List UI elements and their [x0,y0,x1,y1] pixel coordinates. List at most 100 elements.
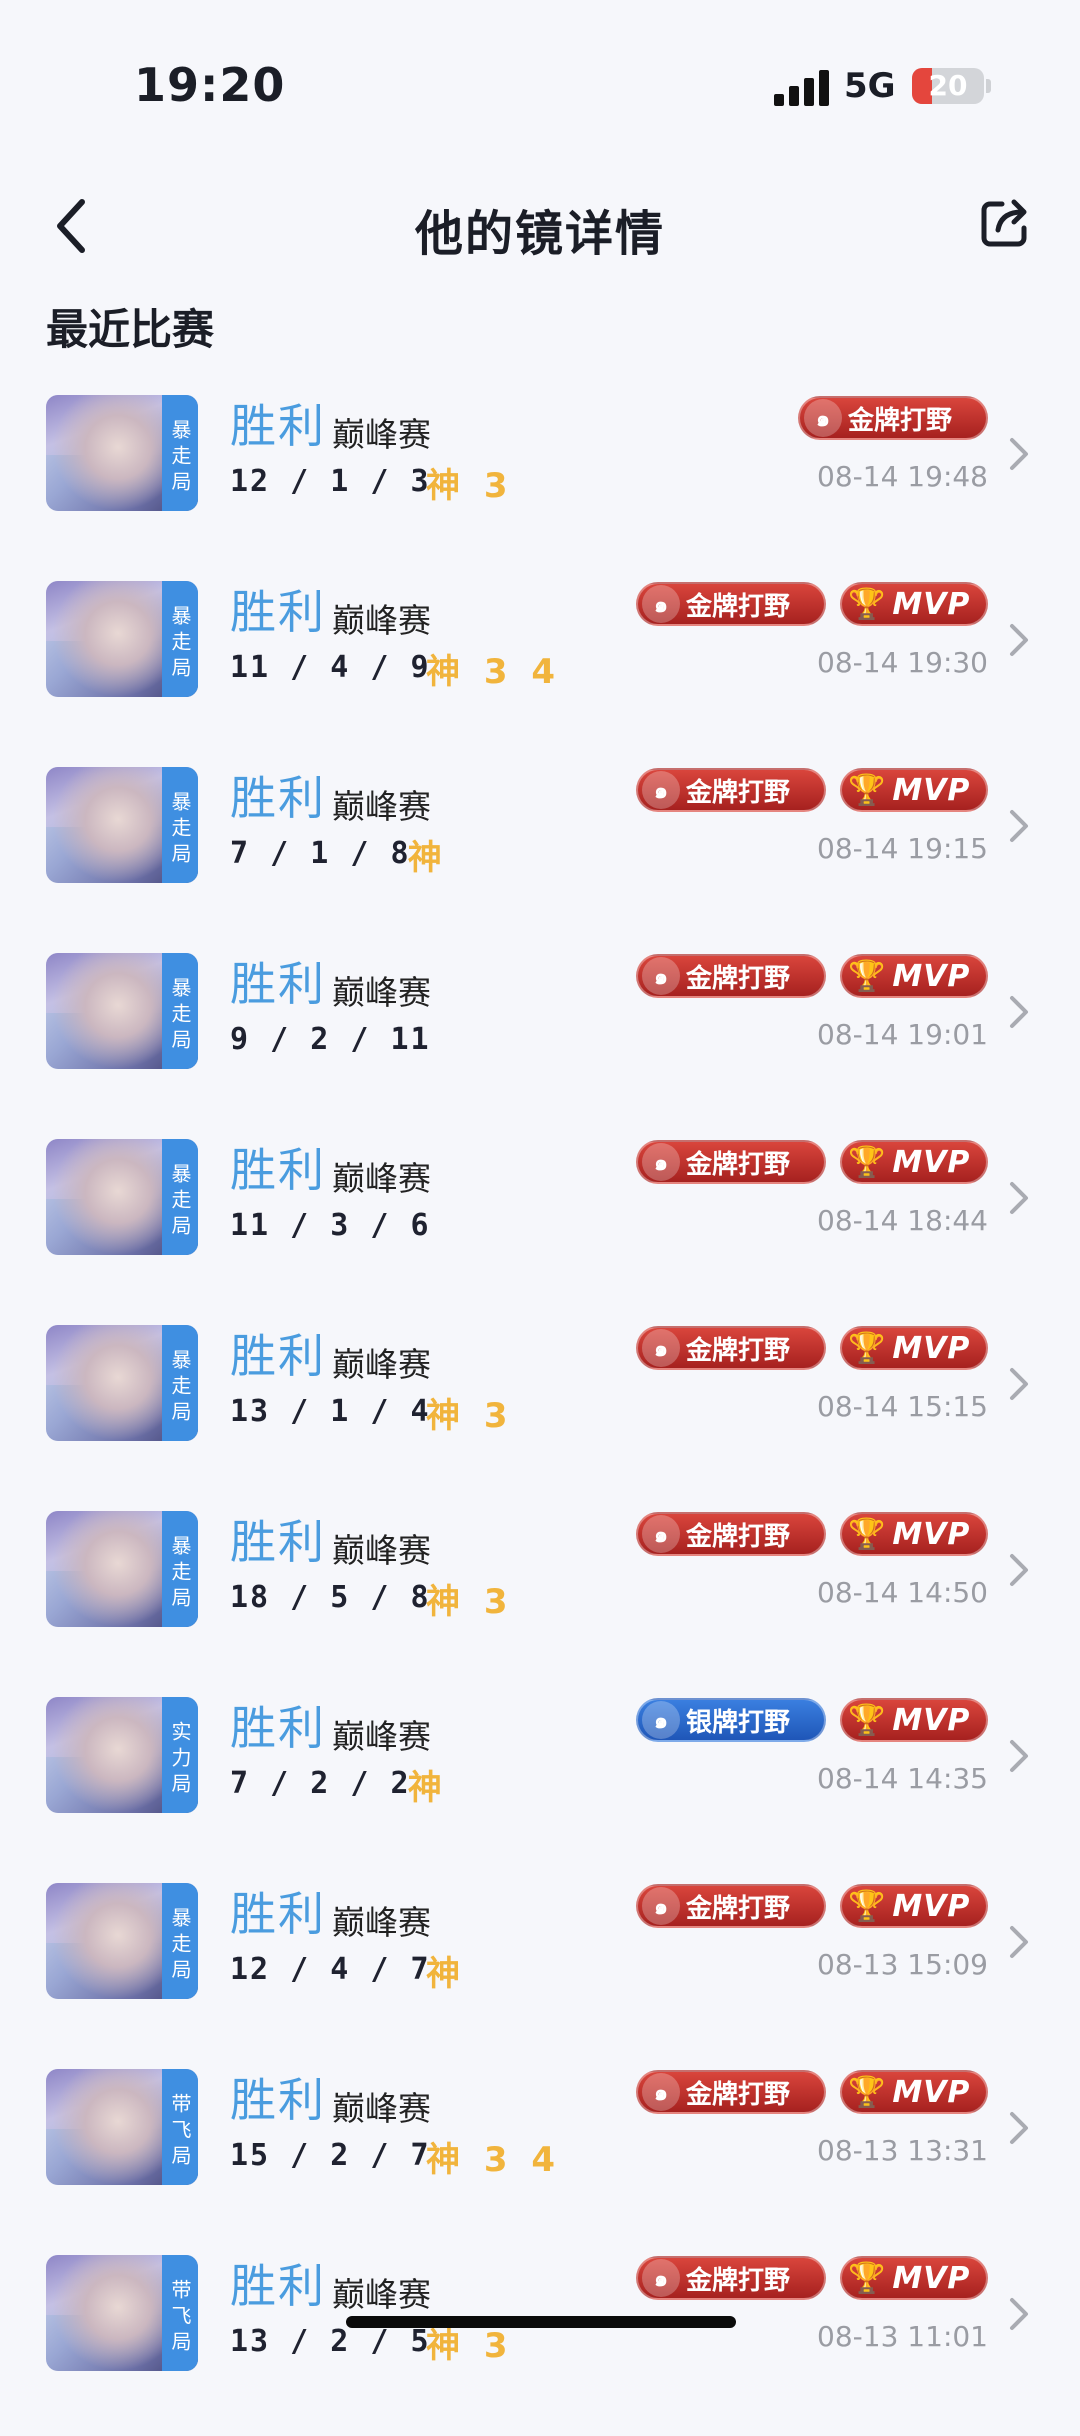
kda: 11 / 4 / 9 [230,650,431,685]
god-streak: 神 3 [426,1582,514,1622]
match-mode: 巅峰赛 [332,1345,431,1384]
badge-group: ๑ 金牌打野 🏆 MVP [636,768,988,814]
kda: 9 / 2 / 11 [230,1022,431,1057]
kda: 15 / 2 / 7 [230,2138,431,2173]
section-title: 最近比赛 [46,305,215,354]
jungle-badge: ๑ 金牌打野 [636,954,826,998]
match-row[interactable]: 暴走局 胜利 巅峰赛 11 / 3 / 6 ๑ 金牌打野 🏆 MVP 08-14… [0,1134,1080,1320]
badge-group: ๑ 金牌打野 🏆 MVP [636,1512,988,1558]
mvp-badge: 🏆 MVP [840,582,988,626]
trophy-icon: 🏆 [848,1702,887,1738]
avatar-face [52,767,162,883]
match-mode: 巅峰赛 [332,2275,431,2314]
match-result: 胜利 [230,1329,326,1383]
avatar-face [52,1883,162,1999]
hero-avatar: 暴走局 [46,1139,198,1255]
match-result: 胜利 [230,2073,326,2127]
match-result: 胜利 [230,399,326,453]
mvp-badge: 🏆 MVP [840,1884,988,1928]
badge-label: 银牌打野 [686,1707,791,1738]
jungle-badge: ๑ 金牌打野 [798,396,988,440]
share-button[interactable] [976,192,1036,252]
match-row[interactable]: 暴走局 胜利 巅峰赛 7 / 1 / 8 神 ๑ 金牌打野 🏆 MVP 08-1… [0,762,1080,948]
dragon-icon: ๑ [642,1701,680,1739]
match-mode: 巅峰赛 [332,2089,431,2128]
avatar-face [52,1325,162,1441]
mvp-badge: 🏆 MVP [840,954,988,998]
badge-group: ๑ 金牌打野 🏆 MVP [636,1140,988,1186]
trophy-icon: 🏆 [848,772,887,808]
match-time: 08-14 14:35 [817,1762,988,1795]
kda: 12 / 1 / 3 [230,464,431,499]
dragon-icon: ๑ [642,1887,680,1925]
trophy-icon: 🏆 [848,2074,887,2110]
match-mode: 巅峰赛 [332,1717,431,1756]
jungle-badge: ๑ 金牌打野 [636,582,826,626]
badge-label: 金牌打野 [686,1521,791,1552]
match-row[interactable]: 暴走局 胜利 巅峰赛 9 / 2 / 11 ๑ 金牌打野 🏆 MVP 08-14… [0,948,1080,1134]
match-row[interactable]: 带飞局 胜利 巅峰赛 13 / 2 / 5 神 3 ๑ 金牌打野 🏆 MVP 0… [0,2250,1080,2436]
match-row[interactable]: 带飞局 胜利 巅峰赛 15 / 2 / 7 神 3 4 ๑ 金牌打野 🏆 MVP… [0,2064,1080,2250]
badge-label: 金牌打野 [686,591,791,622]
trophy-icon: 🏆 [848,1144,887,1180]
badge-label: MVP [892,1888,971,1924]
nav-bar: 他的镜详情 [0,170,1080,280]
network-type: 5G [844,66,896,106]
badge-label: 金牌打野 [686,963,791,994]
dragon-icon: ๑ [642,957,680,995]
kda: 7 / 2 / 2 [230,1766,411,1801]
match-row[interactable]: 实力局 胜利 巅峰赛 7 / 2 / 2 神 ๑ 银牌打野 🏆 MVP 08-1… [0,1692,1080,1878]
badge-label: MVP [892,1702,971,1738]
hero-avatar: 暴走局 [46,1883,198,1999]
badge-label: MVP [892,2260,971,2296]
page-title: 他的镜详情 [414,206,665,262]
chevron-right-icon [1010,2298,1028,2330]
dragon-icon: ๑ [804,399,842,437]
badge-group: ๑ 银牌打野 🏆 MVP [636,1698,988,1744]
match-tag: 暴走局 [162,1325,198,1441]
avatar-face [52,2255,162,2371]
match-time: 08-14 19:15 [817,832,988,865]
chevron-right-icon [1010,1368,1028,1400]
badge-label: MVP [892,1330,971,1366]
status-time: 19:20 [134,58,286,112]
hero-avatar: 暴走局 [46,581,198,697]
dragon-icon: ๑ [642,1329,680,1367]
chevron-right-icon [1010,2112,1028,2144]
chevron-right-icon [1010,996,1028,1028]
match-mode: 巅峰赛 [332,787,431,826]
jungle-badge: ๑ 银牌打野 [636,1698,826,1742]
trophy-icon: 🏆 [848,958,887,994]
god-streak: 神 3 4 [426,2140,561,2180]
match-row[interactable]: 暴走局 胜利 巅峰赛 12 / 1 / 3 神 3 ๑ 金牌打野 08-14 1… [0,390,1080,576]
jungle-badge: ๑ 金牌打野 [636,1512,826,1556]
match-row[interactable]: 暴走局 胜利 巅峰赛 12 / 4 / 7 神 ๑ 金牌打野 🏆 MVP 08-… [0,1878,1080,2064]
match-row[interactable]: 暴走局 胜利 巅峰赛 11 / 4 / 9 神 3 4 ๑ 金牌打野 🏆 MVP… [0,576,1080,762]
kda: 11 / 3 / 6 [230,1208,431,1243]
match-time: 08-14 18:44 [817,1204,988,1237]
match-time: 08-13 15:09 [817,1948,988,1981]
match-time: 08-13 13:31 [817,2134,988,2167]
match-mode: 巅峰赛 [332,415,431,454]
match-result: 胜利 [230,2259,326,2313]
match-tag: 暴走局 [162,1139,198,1255]
match-tag: 暴走局 [162,767,198,883]
match-time: 08-14 14:50 [817,1576,988,1609]
match-result: 胜利 [230,957,326,1011]
jungle-badge: ๑ 金牌打野 [636,1140,826,1184]
match-result: 胜利 [230,1887,326,1941]
match-result: 胜利 [230,585,326,639]
avatar-face [52,953,162,1069]
kda: 18 / 5 / 8 [230,1580,431,1615]
battery-level: 20 [928,69,968,102]
match-tag: 暴走局 [162,395,198,511]
badge-group: ๑ 金牌打野 🏆 MVP [636,582,988,628]
match-mode: 巅峰赛 [332,601,431,640]
match-row[interactable]: 暴走局 胜利 巅峰赛 13 / 1 / 4 神 3 ๑ 金牌打野 🏆 MVP 0… [0,1320,1080,1506]
match-row[interactable]: 暴走局 胜利 巅峰赛 18 / 5 / 8 神 3 ๑ 金牌打野 🏆 MVP 0… [0,1506,1080,1692]
chevron-right-icon [1010,1926,1028,1958]
badge-label: MVP [892,1144,971,1180]
hero-avatar: 暴走局 [46,1511,198,1627]
match-result: 胜利 [230,1143,326,1197]
badge-group: ๑ 金牌打野 [798,396,988,442]
